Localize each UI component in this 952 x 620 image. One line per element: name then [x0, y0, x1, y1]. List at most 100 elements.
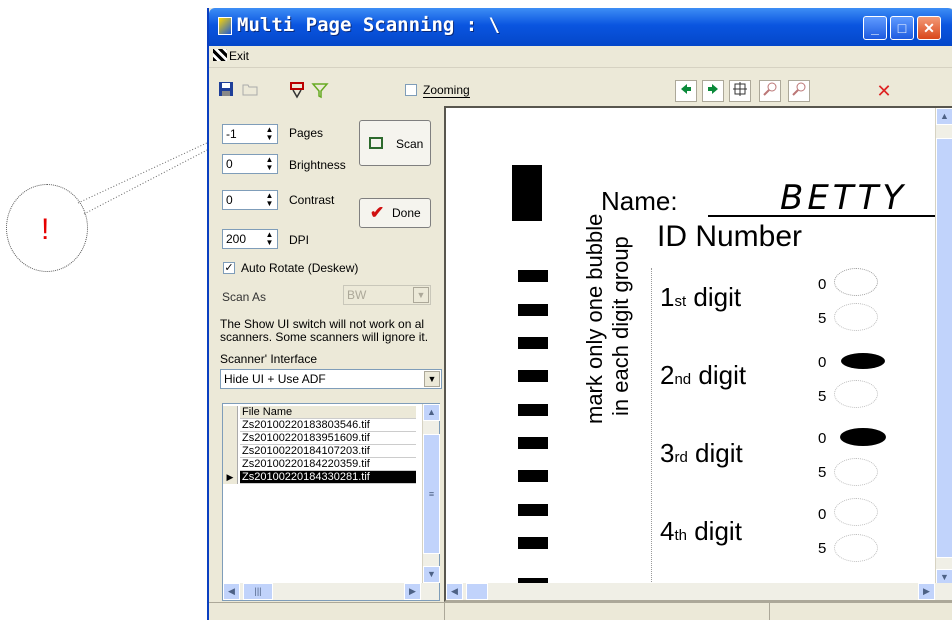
scroll-left-icon[interactable]: ◀	[223, 583, 240, 600]
scroll-thumb[interactable]: ≡	[423, 434, 440, 554]
scroll-up-icon[interactable]: ▲	[936, 108, 952, 125]
dpi-spinner[interactable]: 200 ▲ ▼	[222, 229, 278, 249]
spin-arrows-icon[interactable]: ▲ ▼	[263, 126, 276, 142]
contrast-value: 0	[226, 193, 233, 207]
pages-label: Pages	[289, 126, 324, 140]
answer-bubble	[834, 498, 878, 526]
status-divider	[444, 603, 445, 620]
delete-icon[interactable]: ✕	[873, 80, 895, 102]
zoom-in-icon[interactable]	[759, 80, 781, 102]
scroll-thumb[interactable]: |||	[243, 583, 273, 600]
spin-arrows-icon[interactable]: ▲ ▼	[263, 192, 276, 208]
scanner-select-icon[interactable]	[287, 80, 309, 102]
digit-label-1: 1st digit	[660, 282, 742, 312]
brightness-spinner[interactable]: 0 ▲ ▼	[222, 154, 278, 174]
callout-exclamation: !	[41, 213, 50, 246]
scroll-right-icon[interactable]: ▶	[404, 583, 421, 600]
bubble-label: 0	[818, 506, 827, 523]
digit-label-2: 2nd digit	[660, 360, 747, 390]
scan-window: Multi Page Scanning : \ _ □ ✕ Exit Zoomi…	[207, 8, 952, 620]
close-button[interactable]: ✕	[917, 16, 941, 40]
timing-mark	[518, 504, 548, 516]
scroll-up-icon[interactable]: ▲	[423, 404, 440, 421]
answer-bubble	[834, 380, 878, 408]
file-list-horizontal-scrollbar[interactable]: ◀ ||| ▶	[223, 583, 439, 600]
digit-label-4: 4th digit	[660, 516, 742, 546]
scroll-down-icon[interactable]: ▼	[423, 566, 440, 583]
list-item-selected[interactable]: ▶ Zs20100220184330281.tif	[223, 471, 416, 484]
spin-arrows-icon[interactable]: ▲ ▼	[263, 231, 276, 247]
scroll-right-icon[interactable]: ▶	[918, 583, 935, 600]
list-item[interactable]: Zs20100220183951609.tif	[223, 432, 416, 445]
contrast-spinner[interactable]: 0 ▲ ▼	[222, 190, 278, 210]
title-bar[interactable]: Multi Page Scanning : \ _ □ ✕	[209, 8, 952, 46]
file-list-header: File Name	[223, 406, 416, 419]
divider-line	[651, 268, 652, 600]
zooming-checkbox[interactable]	[405, 84, 417, 96]
maximize-button[interactable]: □	[890, 16, 914, 40]
status-divider	[769, 603, 770, 620]
zoom-out-icon[interactable]	[788, 80, 810, 102]
filled-answer-bubble	[841, 353, 885, 369]
id-number-heading: ID Number	[657, 220, 803, 253]
scroll-thumb[interactable]	[936, 138, 952, 558]
dpi-value: 200	[226, 232, 247, 246]
row-selector	[223, 445, 238, 458]
registration-mark	[512, 165, 542, 221]
file-name: Zs20100220184330281.tif	[240, 471, 416, 484]
spin-arrows-icon[interactable]: ▲ ▼	[263, 156, 276, 172]
scanner-interface-label: Scanner' Interface	[220, 352, 318, 366]
pages-spinner[interactable]: -1 ▲ ▼	[222, 124, 278, 144]
done-button[interactable]: ✔ Done	[359, 198, 431, 228]
menu-exit-label: Exit	[229, 49, 250, 63]
save-icon[interactable]	[215, 80, 237, 102]
timing-mark	[518, 337, 548, 349]
scanner-icon	[369, 137, 383, 149]
list-item[interactable]: Zs20100220184220359.tif	[223, 458, 416, 471]
chevron-down-icon: ▼	[413, 287, 429, 303]
next-page-icon[interactable]	[702, 80, 724, 102]
window-title: Multi Page Scanning : \	[237, 14, 501, 36]
preview-horizontal-scrollbar[interactable]: ◀ ▶	[446, 583, 952, 600]
fit-page-icon[interactable]	[729, 80, 751, 102]
scanner-interface-select[interactable]: Hide UI + Use ADF ▼	[220, 369, 442, 389]
scanned-page-preview[interactable]: Name: BETTY ID Number mark only one bubb…	[444, 106, 952, 602]
scroll-thumb[interactable]	[466, 583, 488, 600]
list-item[interactable]: Zs20100220183803546.tif	[223, 419, 416, 432]
previous-page-icon[interactable]	[675, 80, 697, 102]
file-name-header[interactable]: File Name	[240, 406, 416, 419]
row-selector	[223, 419, 238, 432]
scanner-interface-value: Hide UI + Use ADF	[224, 372, 326, 386]
timing-mark	[518, 470, 548, 482]
checkmark-icon: ✔	[370, 203, 385, 222]
bubble-label: 5	[818, 310, 827, 327]
menu-exit[interactable]: Exit	[213, 49, 249, 63]
list-item[interactable]: Zs20100220184107203.tif	[223, 445, 416, 458]
bubble-label: 5	[818, 464, 827, 481]
preview-vertical-scrollbar[interactable]: ▲ ▼	[935, 108, 952, 586]
scanner-filter-icon[interactable]	[309, 80, 331, 102]
timing-mark	[518, 304, 548, 316]
done-button-label: Done	[392, 206, 421, 220]
auto-rotate-label: Auto Rotate (Deskew)	[241, 261, 359, 275]
row-header-cell	[223, 406, 238, 419]
answer-bubble	[834, 303, 878, 331]
row-selector	[223, 432, 238, 445]
scan-button[interactable]: Scan	[359, 120, 431, 166]
bubble-label: 5	[818, 388, 827, 405]
auto-rotate-checkbox[interactable]: ✓	[223, 262, 235, 274]
scroll-left-icon[interactable]: ◀	[446, 583, 463, 600]
timing-mark	[518, 437, 548, 449]
brightness-label: Brightness	[289, 158, 346, 172]
digit-label-3: 3rd digit	[660, 438, 743, 468]
dpi-label: DPI	[289, 233, 310, 247]
file-list[interactable]: File Name Zs20100220183803546.tif Zs2010…	[222, 403, 440, 601]
app-icon	[218, 17, 232, 35]
timing-mark	[518, 537, 548, 549]
minimize-button[interactable]: _	[863, 16, 887, 40]
scan-as-select: BW ▼	[343, 285, 431, 305]
open-folder-icon[interactable]	[239, 80, 261, 102]
zooming-label: Zooming	[423, 83, 470, 98]
chevron-down-icon[interactable]: ▼	[424, 371, 440, 387]
file-list-vertical-scrollbar[interactable]: ▲ ≡ ▼	[422, 404, 440, 584]
